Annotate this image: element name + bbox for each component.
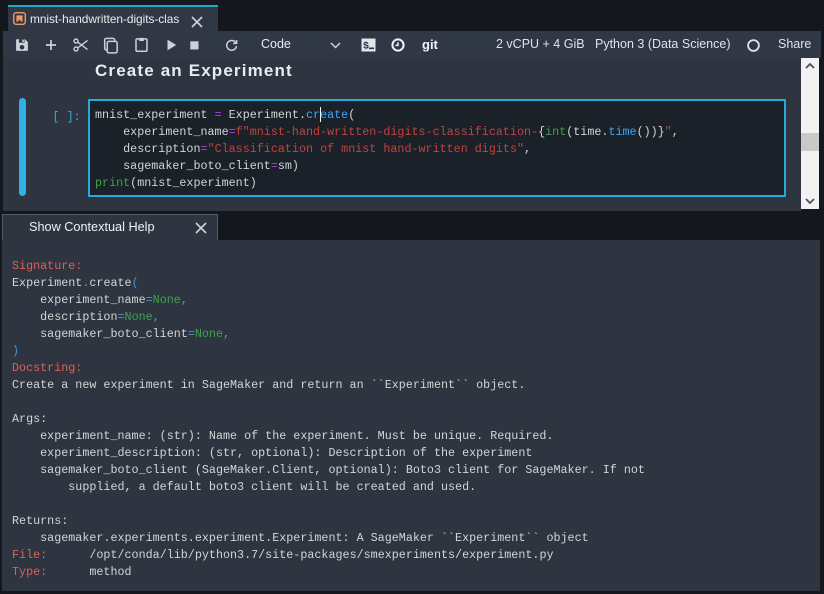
svg-text:$: $ (363, 41, 369, 53)
